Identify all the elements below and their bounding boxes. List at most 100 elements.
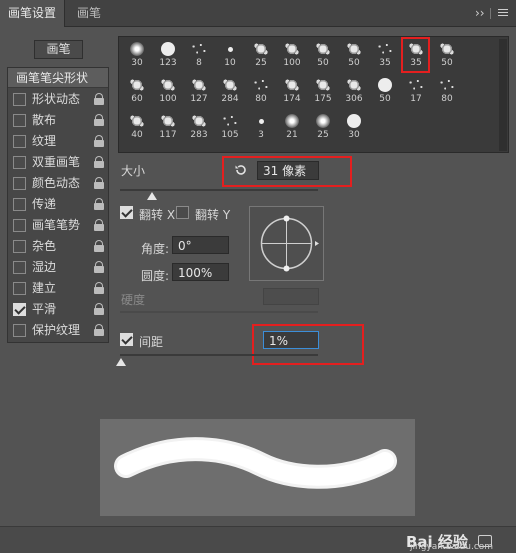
brush-option-checkbox[interactable] bbox=[13, 240, 26, 253]
spacing-checkbox[interactable] bbox=[120, 333, 133, 346]
brush-option-checkbox[interactable] bbox=[13, 303, 26, 316]
brush-option-item[interactable]: 双重画笔 bbox=[8, 152, 108, 173]
flip-y-checkbox[interactable] bbox=[176, 206, 189, 219]
brush-tip-size: 283 bbox=[190, 130, 208, 140]
brush-tip-tile[interactable]: 80 bbox=[431, 77, 463, 104]
brush-tip-tile[interactable]: 306 bbox=[338, 77, 370, 104]
brush-tip-tile[interactable]: 127 bbox=[183, 77, 215, 104]
brush-tip-tile[interactable]: 50 bbox=[369, 77, 401, 104]
size-slider-thumb[interactable] bbox=[146, 192, 157, 200]
brush-tip-tile[interactable]: 100 bbox=[276, 41, 308, 68]
brush-option-item[interactable]: 平滑 bbox=[8, 299, 108, 320]
brush-tip-tile[interactable]: 283 bbox=[183, 113, 215, 140]
brush-option-item[interactable]: 传递 bbox=[8, 194, 108, 215]
brush-option-item[interactable]: 纹理 bbox=[8, 131, 108, 152]
new-brush-icon[interactable] bbox=[478, 535, 492, 547]
brush-option-checkbox[interactable] bbox=[13, 156, 26, 169]
brush-option-checkbox[interactable] bbox=[13, 219, 26, 232]
brush-option-checkbox[interactable] bbox=[13, 114, 26, 127]
lock-icon[interactable] bbox=[94, 324, 104, 336]
brush-option-item[interactable]: 建立 bbox=[8, 278, 108, 299]
brush-tip-tile[interactable]: 117 bbox=[152, 113, 184, 140]
size-slider-track[interactable] bbox=[120, 189, 318, 191]
lock-icon[interactable] bbox=[94, 303, 104, 315]
brush-option-item[interactable]: 保护纹理 bbox=[8, 320, 108, 341]
brush-tip-tile[interactable]: 105 bbox=[214, 113, 246, 140]
brush-tip-tile[interactable]: 3 bbox=[245, 113, 277, 140]
brush-tip-thumbnail bbox=[369, 77, 401, 94]
lock-icon[interactable] bbox=[94, 219, 104, 231]
roundness-label: 圆度: bbox=[141, 269, 170, 283]
roundness-input[interactable]: 100% bbox=[172, 263, 229, 281]
brush-tip-tile[interactable]: 25 bbox=[245, 41, 277, 68]
brush-tip-size: 80 bbox=[255, 94, 267, 104]
brush-tip-tile[interactable]: 80 bbox=[245, 77, 277, 104]
brush-tip-tile[interactable]: 30 bbox=[121, 41, 153, 68]
tab-brushes[interactable]: 画笔 bbox=[69, 0, 109, 27]
brush-tip-size: 306 bbox=[345, 94, 363, 104]
brush-option-item[interactable]: 形状动态 bbox=[8, 89, 108, 110]
spacing-slider-thumb[interactable] bbox=[116, 358, 126, 366]
brush-tip-tile[interactable]: 100 bbox=[152, 77, 184, 104]
hamburger-menu-icon[interactable] bbox=[498, 8, 508, 18]
lock-icon[interactable] bbox=[94, 114, 104, 126]
brush-tip-shape-item[interactable]: 画笔笔尖形状 bbox=[8, 68, 108, 88]
tab-brush-settings[interactable]: 画笔设置 bbox=[0, 0, 66, 27]
brush-tip-thumbnail bbox=[121, 41, 153, 58]
brush-tip-tile[interactable]: 60 bbox=[121, 77, 153, 104]
brush-tip-tile[interactable]: 25 bbox=[307, 113, 339, 140]
brush-option-checkbox[interactable] bbox=[13, 261, 26, 274]
lock-icon[interactable] bbox=[94, 261, 104, 273]
reset-icon[interactable] bbox=[234, 163, 248, 177]
brush-option-checkbox[interactable] bbox=[13, 177, 26, 190]
brush-tip-tile[interactable]: 17 bbox=[400, 77, 432, 104]
brush-tip-size: 25 bbox=[317, 130, 329, 140]
size-input[interactable]: 31 像素 bbox=[257, 161, 319, 180]
brush-option-item[interactable]: 杂色 bbox=[8, 236, 108, 257]
brush-option-item[interactable]: 画笔笔势 bbox=[8, 215, 108, 236]
brush-option-checkbox[interactable] bbox=[13, 282, 26, 295]
brushes-button[interactable]: 画笔 bbox=[34, 40, 83, 59]
brush-tip-tile[interactable]: 21 bbox=[276, 113, 308, 140]
flip-x-checkbox[interactable] bbox=[120, 206, 133, 219]
brush-option-checkbox[interactable] bbox=[13, 324, 26, 337]
brush-tip-thumbnail bbox=[121, 77, 153, 94]
selected-tip-highlight bbox=[401, 37, 430, 73]
brush-tip-tile[interactable]: 175 bbox=[307, 77, 339, 104]
brush-option-item[interactable]: 散布 bbox=[8, 110, 108, 131]
brush-tip-tile[interactable]: 40 bbox=[121, 113, 153, 140]
brush-option-item[interactable]: 湿边 bbox=[8, 257, 108, 278]
brush-option-label: 纹理 bbox=[32, 134, 57, 148]
brush-tip-tile[interactable]: 50 bbox=[307, 41, 339, 68]
brush-tip-tile[interactable]: 174 bbox=[276, 77, 308, 104]
angle-roundness-widget[interactable] bbox=[249, 206, 324, 281]
brush-tip-tile[interactable]: 50 bbox=[431, 41, 463, 68]
brush-option-checkbox[interactable] bbox=[13, 93, 26, 106]
lock-icon[interactable] bbox=[94, 282, 104, 294]
grid-scrollbar[interactable] bbox=[499, 39, 507, 151]
bottom-bar: Bai 经验 jingyan.baidu.com bbox=[0, 526, 516, 553]
lock-icon[interactable] bbox=[94, 198, 104, 210]
brush-tip-tile[interactable]: 8 bbox=[183, 41, 215, 68]
brush-tip-tile[interactable]: 30 bbox=[338, 113, 370, 140]
brush-tip-tile[interactable]: 35 bbox=[400, 37, 432, 73]
brush-tip-tile[interactable]: 284 bbox=[214, 77, 246, 104]
lock-icon[interactable] bbox=[94, 240, 104, 252]
brush-tip-tile[interactable]: 50 bbox=[338, 41, 370, 68]
brush-tip-thumbnail bbox=[245, 41, 277, 58]
spacing-slider-track[interactable] bbox=[120, 354, 318, 356]
brush-tip-tile[interactable]: 10 bbox=[214, 41, 246, 68]
lock-icon[interactable] bbox=[94, 135, 104, 147]
brush-option-item[interactable]: 颜色动态 bbox=[8, 173, 108, 194]
spacing-input[interactable]: 1% bbox=[263, 331, 319, 349]
double-chevron-right-icon[interactable]: ›› bbox=[475, 6, 485, 20]
angle-input[interactable]: 0° bbox=[172, 236, 229, 254]
brush-tip-tile[interactable]: 35 bbox=[369, 41, 401, 68]
brush-option-checkbox[interactable] bbox=[13, 135, 26, 148]
brush-tip-tile[interactable]: 123 bbox=[152, 41, 184, 68]
lock-icon[interactable] bbox=[94, 156, 104, 168]
lock-icon[interactable] bbox=[94, 93, 104, 105]
brush-tip-size: 284 bbox=[221, 94, 239, 104]
brush-option-checkbox[interactable] bbox=[13, 198, 26, 211]
lock-icon[interactable] bbox=[94, 177, 104, 189]
